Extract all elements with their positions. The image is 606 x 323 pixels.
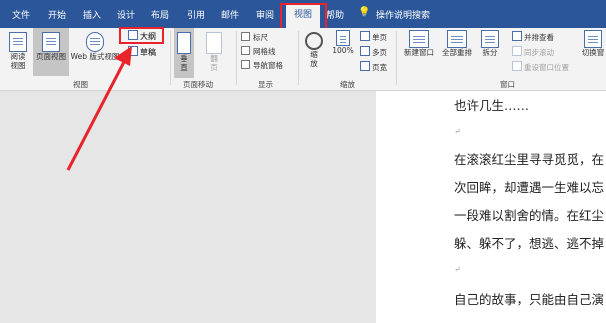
red-arrow-annotation (66, 46, 132, 171)
